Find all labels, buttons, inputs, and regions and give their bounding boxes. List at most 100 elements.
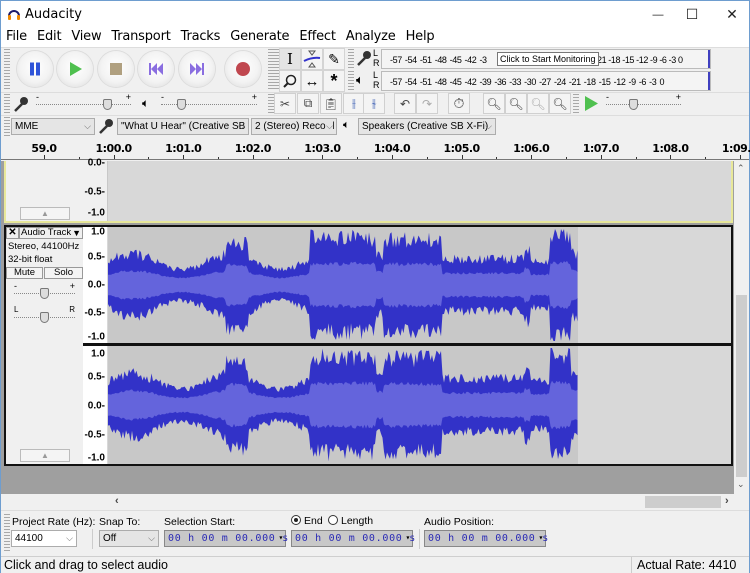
play-speed-slider[interactable]: - + (606, 92, 681, 110)
menu-tracks[interactable]: Tracks (176, 28, 226, 47)
meter-right-label: R (373, 80, 380, 90)
close-button[interactable]: ✕ (709, 1, 750, 28)
ruler-minor-tick (287, 157, 289, 159)
track-top-control-panel: ▲ (6, 161, 83, 221)
recording-channels-select[interactable]: 2 (Stereo) Record ⌵ (251, 118, 337, 135)
scroll-down-icon[interactable]: ⌄ (737, 479, 745, 490)
cut-button[interactable]: ✂ (274, 93, 296, 114)
horizontal-scrollbar[interactable]: ‹ › (109, 494, 734, 510)
fit-project-button[interactable]: 🔍︎ (549, 93, 571, 114)
play-at-speed-button[interactable] (584, 96, 598, 111)
record-volume-thumb[interactable] (103, 99, 113, 110)
collapse-track-button[interactable]: ▲ (20, 207, 70, 220)
play-at-speed-grip[interactable] (573, 94, 579, 114)
fit-selection-button[interactable]: 🔍︎ (527, 93, 549, 114)
scroll-right-icon[interactable]: › (725, 495, 729, 507)
audio-host-select[interactable]: MME ⌵ (11, 118, 95, 135)
menu-transport[interactable]: Transport (106, 28, 175, 47)
record-button[interactable] (225, 51, 261, 87)
time-shift-tool[interactable]: ↔ (301, 70, 323, 92)
skip-to-end-button[interactable] (179, 51, 215, 87)
playback-volume-slider[interactable]: - + (161, 92, 257, 110)
dropdown-arrow-icon[interactable]: ▾ (278, 530, 284, 545)
playback-volume-thumb[interactable] (176, 99, 186, 110)
mixer-toolbar-grip[interactable] (4, 94, 10, 114)
playback-meter-button[interactable]: 🔈︎ L R (356, 70, 380, 92)
gain-slider[interactable]: - + (14, 281, 75, 299)
track-top-empty-area[interactable] (108, 161, 731, 221)
menu-analyze[interactable]: Analyze (341, 28, 401, 47)
left-channel-waveform[interactable] (108, 227, 578, 343)
end-radio[interactable] (291, 515, 301, 525)
multi-tool[interactable]: * (323, 70, 345, 92)
right-channel-waveform[interactable] (108, 346, 578, 464)
dropdown-arrow-icon[interactable]: ▾ (538, 530, 544, 545)
zoom-out-button[interactable]: 🔍︎ (505, 93, 527, 114)
selection-end-field[interactable]: 00 h 00 m 00.000 s ▾ (291, 530, 415, 547)
copy-button[interactable]: ⧉ (297, 93, 319, 114)
mute-button[interactable]: Mute (6, 267, 43, 279)
pencil-icon: ✎ (328, 50, 340, 67)
snap-to-select[interactable]: Off ⌵ (99, 530, 159, 547)
trim-button[interactable]: ⫲ (343, 93, 365, 114)
scroll-up-icon[interactable]: ⌃ (737, 163, 745, 174)
menu-edit[interactable]: Edit (32, 28, 66, 47)
gain-thumb[interactable] (40, 288, 49, 299)
scale-label: -0.5- (84, 186, 105, 198)
silence-button[interactable]: ⫳ (363, 93, 385, 114)
dropdown-arrow-icon[interactable]: ▾ (405, 530, 411, 545)
stop-button[interactable] (98, 51, 134, 87)
close-track-button[interactable]: ✕ (6, 227, 19, 239)
device-toolbar-grip[interactable] (4, 117, 10, 136)
skip-to-start-button[interactable] (138, 51, 174, 87)
recording-device-select[interactable]: "What U Hear" (Creative SB X ⌵ (117, 118, 249, 135)
zoom-tool[interactable] (279, 70, 301, 92)
redo-button[interactable]: ↷ (416, 93, 438, 114)
collapse-track-button[interactable]: ▲ (20, 449, 70, 462)
sync-lock-button[interactable]: ⏱︎ (448, 93, 470, 114)
track-name-menu-button[interactable]: Audio Track ▼ (19, 227, 83, 239)
pan-thumb[interactable] (40, 312, 49, 323)
transport-toolbar-grip[interactable] (4, 49, 10, 91)
record-volume-slider[interactable]: - + (36, 92, 131, 110)
selection-tool[interactable]: I (279, 48, 301, 70)
snap-to-label: Snap To: (99, 516, 141, 528)
horizontal-scroll-thumb[interactable] (645, 496, 721, 508)
menu-generate[interactable]: Generate (225, 28, 294, 47)
envelope-tool[interactable] (301, 48, 323, 70)
project-rate-select[interactable]: 44100 ⌵ (11, 530, 77, 547)
play-speed-thumb[interactable] (629, 99, 639, 110)
timeline-ruler[interactable]: 59.0 1:00.0 1:01.0 1:02.0 1:03.0 1:04.0 1:05.0… (1, 140, 750, 160)
audio-position-field[interactable]: 00 h 00 m 00.000 s ▾ (424, 530, 548, 547)
vertical-scrollbar[interactable]: ⌃ ⌄ (734, 161, 749, 494)
scale-label: -1.0 (87, 207, 105, 219)
record-meter[interactable]: -57 -54 -51 -48 -45 -42 -3 21 -18 -15 -1… (381, 49, 711, 69)
divider (631, 557, 632, 573)
record-meter-button[interactable]: L R (356, 48, 380, 70)
play-button[interactable] (57, 51, 93, 87)
pause-button[interactable] (17, 51, 53, 87)
selection-start-field[interactable]: 00 h 00 m 00.000 s ▾ (164, 530, 288, 547)
menu-file[interactable]: File (1, 28, 32, 47)
playback-device-select[interactable]: Speakers (Creative SB X-Fi) ⌵ (358, 118, 496, 135)
selection-toolbar-grip[interactable] (4, 514, 10, 552)
length-radio[interactable] (328, 515, 338, 525)
paste-button[interactable]: 📋︎ (320, 93, 342, 114)
menu-view[interactable]: View (66, 28, 106, 47)
record-meter-grip[interactable] (348, 49, 354, 68)
draw-tool[interactable]: ✎ (323, 48, 345, 70)
left-channel-empty[interactable] (578, 227, 731, 343)
chevron-down-icon: ⌵ (148, 533, 155, 543)
zoom-in-button[interactable]: 🔍︎ (483, 93, 505, 114)
scroll-left-icon[interactable]: ‹ (115, 495, 119, 507)
undo-button[interactable]: ↶ (394, 93, 416, 114)
vertical-scroll-thumb[interactable] (736, 295, 747, 477)
right-channel-empty[interactable] (578, 346, 731, 464)
menu-effect[interactable]: Effect (294, 28, 340, 47)
solo-button[interactable]: Solo (44, 267, 83, 279)
pan-slider[interactable]: L R (14, 305, 75, 323)
menu-help[interactable]: Help (401, 28, 440, 47)
stop-icon (110, 63, 122, 75)
playback-meter-grip[interactable] (348, 71, 354, 90)
playback-meter[interactable]: -57 -54 -51 -48 -45 -42 -39 -36 -33 -30 … (381, 71, 711, 91)
